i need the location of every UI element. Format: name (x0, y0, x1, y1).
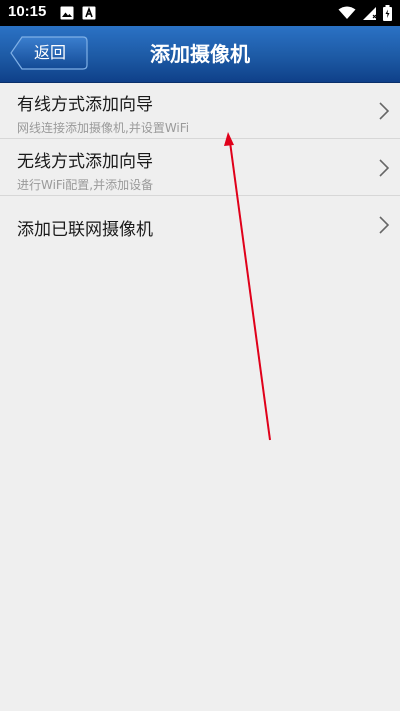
list-item-subtitle: 进行WiFi配置,并添加设备 (17, 178, 154, 192)
status-icons-right (338, 5, 392, 21)
signal-icon (363, 6, 377, 20)
option-list: 有线方式添加向导 网线连接添加摄像机,并设置WiFi 无线方式添加向导 进行Wi… (0, 82, 400, 253)
back-button[interactable]: 返回 (10, 36, 88, 70)
chevron-right-icon (379, 159, 390, 177)
chevron-right-icon (379, 216, 390, 234)
a-app-icon (82, 6, 96, 20)
title-bar: 返回 添加摄像机 (0, 26, 400, 83)
list-item-wired-guide[interactable]: 有线方式添加向导 网线连接添加摄像机,并设置WiFi (0, 82, 400, 139)
image-icon (60, 6, 74, 20)
battery-icon (383, 5, 392, 21)
list-item-title: 添加已联网摄像机 (17, 220, 153, 240)
status-icons-left (60, 6, 96, 20)
list-item-wireless-guide[interactable]: 无线方式添加向导 进行WiFi配置,并添加设备 (0, 139, 400, 196)
status-bar: 10:15 (0, 0, 400, 26)
list-item-title: 无线方式添加向导 (17, 152, 153, 172)
wifi-icon (338, 6, 356, 19)
list-item-subtitle: 网线连接添加摄像机,并设置WiFi (17, 121, 190, 135)
chevron-right-icon (379, 102, 390, 120)
list-item-title: 有线方式添加向导 (17, 95, 153, 115)
status-time: 10:15 (8, 3, 47, 20)
list-item-add-online-camera[interactable]: 添加已联网摄像机 (0, 196, 400, 253)
back-button-label: 返回 (34, 43, 67, 62)
